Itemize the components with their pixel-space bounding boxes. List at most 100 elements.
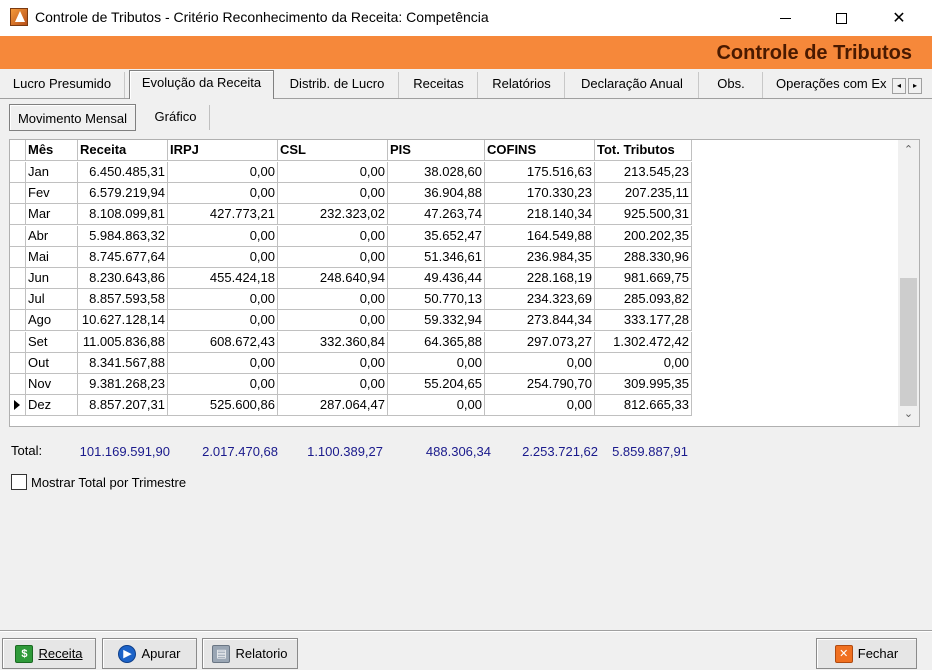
table-row[interactable]: Jan 6.450.485,31 0,00 0,00 38.028,60 175.516,… xyxy=(10,162,692,183)
table-cell[interactable]: 0,00 xyxy=(168,289,278,311)
table-row[interactable]: Mar 8.108.099,81 427.773,21 232.323,02 47.26… xyxy=(10,204,692,226)
table-row[interactable]: Jun 8.230.643,86 455.424,18 248.640,94 49.43… xyxy=(10,268,692,289)
table-row[interactable]: Mai 8.745.677,64 0,00 0,00 51.346,61 236.984,… xyxy=(10,246,692,268)
table-cell[interactable]: Jun xyxy=(26,268,78,289)
table-cell[interactable]: 332.360,84 xyxy=(278,331,388,353)
table-cell[interactable]: 36.904,88 xyxy=(388,183,485,205)
table-cell[interactable]: 59.332,94 xyxy=(388,310,485,332)
tab-scroll-right-icon[interactable]: ▸ xyxy=(908,78,922,94)
table-cell[interactable]: 0,00 xyxy=(278,246,388,268)
table-cell[interactable]: 0,00 xyxy=(168,225,278,247)
table-cell[interactable]: Fev xyxy=(26,183,78,205)
table-cell[interactable]: 8.745.677,64 xyxy=(78,246,168,268)
table-cell[interactable]: 309.995,35 xyxy=(595,374,692,395)
table-cell[interactable]: 51.346,61 xyxy=(388,246,485,268)
column-header[interactable]: Mês xyxy=(26,140,78,161)
relatorio-button[interactable]: ▤ Relatorio xyxy=(202,638,298,669)
tab-obs[interactable]: Obs. xyxy=(700,72,763,98)
table-row[interactable]: Fev 6.579.219,94 0,00 0,00 36.904,88 170.330,… xyxy=(10,183,692,205)
table-cell[interactable]: 0,00 xyxy=(168,374,278,395)
table-cell[interactable]: 213.545,23 xyxy=(595,162,692,183)
show-quarterly-label[interactable]: Mostrar Total por Trimestre xyxy=(31,475,186,490)
tab-lucro-presumido[interactable]: Lucro Presumido xyxy=(0,72,125,98)
table-cell[interactable]: 236.984,35 xyxy=(485,246,595,268)
table-cell[interactable]: 0,00 xyxy=(388,352,485,374)
subtab-grafico[interactable]: Gráfico xyxy=(142,105,210,130)
table-cell[interactable]: 0,00 xyxy=(485,352,595,374)
table-cell[interactable]: 0,00 xyxy=(278,162,388,183)
table-cell[interactable]: 925.500,31 xyxy=(595,204,692,226)
table-cell[interactable]: 228.168,19 xyxy=(485,268,595,289)
row-indicator[interactable] xyxy=(10,140,26,161)
table-cell[interactable]: Mai xyxy=(26,246,78,268)
table-cell[interactable]: 0,00 xyxy=(485,395,595,417)
column-header[interactable]: Tot. Tributos xyxy=(595,140,692,161)
scrollbar-thumb[interactable] xyxy=(900,278,917,406)
tab-distrib-lucro[interactable]: Distrib. de Lucro xyxy=(276,72,399,98)
row-indicator[interactable] xyxy=(10,183,26,205)
table-cell[interactable]: 49.436,44 xyxy=(388,268,485,289)
show-quarterly-checkbox[interactable] xyxy=(11,474,27,490)
table-cell[interactable]: 248.640,94 xyxy=(278,268,388,289)
table-cell[interactable]: 234.323,69 xyxy=(485,289,595,311)
fechar-button[interactable]: ✕ Fechar xyxy=(816,638,917,669)
vertical-scrollbar[interactable]: ⌃ ⌄ xyxy=(898,140,919,426)
table-cell[interactable]: 55.204,65 xyxy=(388,374,485,395)
table-cell[interactable]: 0,00 xyxy=(168,310,278,332)
row-indicator[interactable] xyxy=(10,162,26,183)
row-indicator[interactable] xyxy=(10,310,26,332)
table-cell[interactable]: Abr xyxy=(26,225,78,247)
table-cell[interactable]: 5.984.863,32 xyxy=(78,225,168,247)
table-row[interactable]: Nov 9.381.268,23 0,00 0,00 55.204,65 254.790,… xyxy=(10,374,692,395)
table-cell[interactable]: 6.579.219,94 xyxy=(78,183,168,205)
table-cell[interactable]: 288.330,96 xyxy=(595,246,692,268)
column-header[interactable]: CSL xyxy=(278,140,388,161)
table-cell[interactable]: 525.600,86 xyxy=(168,395,278,417)
table-cell[interactable]: 273.844,34 xyxy=(485,310,595,332)
scroll-down-icon[interactable]: ⌄ xyxy=(898,406,919,423)
table-cell[interactable]: 812.665,33 xyxy=(595,395,692,417)
tab-scroll-left-icon[interactable]: ◂ xyxy=(892,78,906,94)
table-cell[interactable]: Jul xyxy=(26,289,78,311)
table-cell[interactable]: 285.093,82 xyxy=(595,289,692,311)
column-header[interactable]: COFINS xyxy=(485,140,595,161)
minimize-button[interactable] xyxy=(762,0,808,36)
table-cell[interactable]: 0,00 xyxy=(278,310,388,332)
table-cell[interactable]: 47.263,74 xyxy=(388,204,485,226)
table-cell[interactable]: 0,00 xyxy=(278,183,388,205)
table-cell[interactable]: 0,00 xyxy=(278,352,388,374)
table-row[interactable]: Out 8.341.567,88 0,00 0,00 0,00 0,00 0,00 xyxy=(10,352,692,374)
table-row[interactable]: Ago 10.627.128,14 0,00 0,00 59.332,94 273.844… xyxy=(10,310,692,332)
table-cell[interactable]: Nov xyxy=(26,374,78,395)
table-cell[interactable]: Set xyxy=(26,331,78,353)
table-cell[interactable]: 297.073,27 xyxy=(485,331,595,353)
column-header[interactable]: Receita xyxy=(78,140,168,161)
table-cell[interactable]: 218.140,34 xyxy=(485,204,595,226)
table-cell[interactable]: 164.549,88 xyxy=(485,225,595,247)
column-header[interactable]: IRPJ xyxy=(168,140,278,161)
table-cell[interactable]: 608.672,43 xyxy=(168,331,278,353)
table-cell[interactable]: Mar xyxy=(26,204,78,226)
table-cell[interactable]: 0,00 xyxy=(168,246,278,268)
scroll-up-icon[interactable]: ⌃ xyxy=(898,142,919,159)
table-cell[interactable]: 9.381.268,23 xyxy=(78,374,168,395)
table-row[interactable]: Abr 5.984.863,32 0,00 0,00 35.652,47 164.549,… xyxy=(10,225,692,247)
table-cell[interactable]: 0,00 xyxy=(168,183,278,205)
table-cell[interactable]: 254.790,70 xyxy=(485,374,595,395)
table-cell[interactable]: 0,00 xyxy=(278,289,388,311)
tab-operacoes-exterior[interactable]: Operações com Ex xyxy=(764,72,889,98)
table-cell[interactable]: Out xyxy=(26,352,78,374)
table-cell[interactable]: 8.230.643,86 xyxy=(78,268,168,289)
row-indicator[interactable] xyxy=(10,289,26,311)
apurar-button[interactable]: ▶ Apurar xyxy=(102,638,197,669)
table-cell[interactable]: 8.857.207,31 xyxy=(78,395,168,417)
table-cell[interactable]: 0,00 xyxy=(168,162,278,183)
receita-button[interactable]: $ Receita xyxy=(2,638,96,669)
table-cell[interactable]: 10.627.128,14 xyxy=(78,310,168,332)
table-cell[interactable]: 232.323,02 xyxy=(278,204,388,226)
table-cell[interactable]: 455.424,18 xyxy=(168,268,278,289)
table-cell[interactable]: 8.341.567,88 xyxy=(78,352,168,374)
row-indicator[interactable] xyxy=(10,268,26,289)
tab-receitas[interactable]: Receitas xyxy=(400,72,478,98)
table-cell[interactable]: Ago xyxy=(26,310,78,332)
